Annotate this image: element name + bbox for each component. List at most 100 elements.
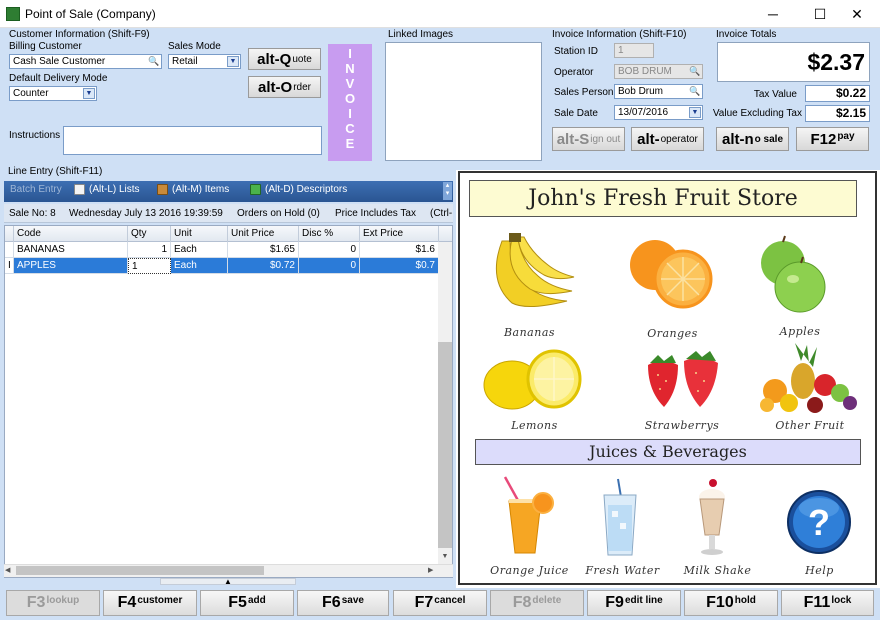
cell-qty[interactable]: 1 xyxy=(128,242,171,258)
splitter-handle[interactable]: ▲ xyxy=(160,578,296,586)
oranges-tile[interactable] xyxy=(625,233,720,318)
quote-button[interactable]: alt-Q uote xyxy=(248,48,321,70)
lemons-label: Lemons xyxy=(511,419,558,432)
quote-button-label: uote xyxy=(292,53,312,65)
cell-disc[interactable]: 0 xyxy=(299,258,360,274)
no-sale-label: o sale xyxy=(754,133,784,145)
column-header-unit[interactable]: Unit xyxy=(171,226,228,242)
lemons-tile[interactable] xyxy=(482,343,587,415)
table-row-selected[interactable]: I APPLES 1 Each $0.72 0 $0.7 xyxy=(5,258,439,274)
instructions-label: Instructions xyxy=(9,130,61,141)
column-header-unit-price[interactable]: Unit Price xyxy=(228,226,299,242)
close-button[interactable]: ✕ xyxy=(834,0,880,28)
descriptors-label: (Alt-D) Descriptors xyxy=(265,184,348,195)
fkey-label: cancel xyxy=(434,595,466,606)
fkey-key: F5 xyxy=(228,594,247,611)
milk-shake-tile[interactable] xyxy=(695,475,730,557)
help-tile[interactable]: ? xyxy=(785,488,853,556)
station-id-label: Station ID xyxy=(554,46,598,57)
chevron-down-icon[interactable]: ▼ xyxy=(227,56,239,67)
bananas-tile[interactable] xyxy=(482,231,577,321)
operator-label: Operator xyxy=(554,67,594,78)
search-icon: 🔍 xyxy=(689,66,701,76)
cell-qty-editing[interactable]: 1 xyxy=(128,258,171,274)
lists-button[interactable]: (Alt-L) Lists xyxy=(74,184,140,195)
column-header-ext-price[interactable]: Ext Price xyxy=(360,226,439,242)
order-button[interactable]: alt-O rder xyxy=(248,76,321,98)
fresh-water-tile[interactable] xyxy=(600,475,640,557)
column-header-qty[interactable]: Qty xyxy=(128,226,171,242)
horizontal-scroll-thumb[interactable] xyxy=(16,566,264,575)
cell-unit-price[interactable]: $0.72 xyxy=(228,258,299,274)
operator-field: BOB DRUM 🔍 xyxy=(614,64,703,79)
milk-shake-icon xyxy=(699,479,725,555)
sales-mode-select[interactable]: Retail ▼ xyxy=(168,54,241,69)
fkey-key: F4 xyxy=(117,594,137,611)
window-title: Point of Sale (Company) xyxy=(25,7,156,21)
cell-disc[interactable]: 0 xyxy=(299,242,360,258)
fkey-label: add xyxy=(247,595,266,606)
f6-save-button[interactable]: F6 save xyxy=(297,590,389,616)
cell-code[interactable]: BANANAS xyxy=(14,242,128,258)
f7-cancel-button[interactable]: F7 cancel xyxy=(393,590,487,616)
billing-customer-field[interactable]: Cash Sale Customer 🔍 xyxy=(9,54,162,69)
fkey-label: hold xyxy=(734,595,756,606)
row-header-corner xyxy=(5,226,14,242)
strawberrys-tile[interactable] xyxy=(640,351,725,411)
sale-datetime: Wednesday July 13 2016 19:39:59 xyxy=(69,208,223,219)
list-icon xyxy=(74,184,85,195)
f5-add-button[interactable]: F5 add xyxy=(200,590,294,616)
column-header-code[interactable]: Code xyxy=(14,226,128,242)
cell-unit[interactable]: Each xyxy=(171,242,228,258)
sale-date-field[interactable]: 13/07/2016 ▼ xyxy=(614,105,703,120)
scroll-right-arrow-icon[interactable]: ▶ xyxy=(428,565,438,576)
operator-button[interactable]: alt-operator xyxy=(631,127,704,151)
table-row[interactable]: BANANAS 1 Each $1.65 0 $1.6 xyxy=(5,242,439,258)
sales-person-field[interactable]: Bob Drum 🔍 xyxy=(614,84,703,99)
scroll-down-arrow-icon[interactable]: ▼ xyxy=(438,550,452,563)
instructions-input[interactable] xyxy=(63,126,322,155)
store-title: John's Fresh Fruit Store xyxy=(469,180,857,217)
delivery-mode-select[interactable]: Counter ▼ xyxy=(9,86,97,101)
linked-images-label: Linked Images xyxy=(388,29,454,40)
chevron-down-icon[interactable]: ▼ xyxy=(689,107,701,118)
pay-button[interactable]: F12 pay xyxy=(796,127,869,151)
operator-button-key: alt- xyxy=(637,130,660,148)
invoice-button[interactable]: I N V O I C E xyxy=(328,44,372,161)
fkey-label: lock xyxy=(831,595,852,606)
cell-code[interactable]: APPLES xyxy=(14,258,128,274)
column-header-disc[interactable]: Disc % xyxy=(299,226,360,242)
f9-edit-line-button[interactable]: F9 edit line xyxy=(587,590,681,616)
items-button[interactable]: (Alt-M) Items xyxy=(157,184,229,195)
sale-date-value: 13/07/2016 xyxy=(618,107,669,118)
toolbar-overflow-icon[interactable]: ▴ ▾ xyxy=(443,182,452,200)
cell-unit-price[interactable]: $1.65 xyxy=(228,242,299,258)
minimize-button[interactable]: ─ xyxy=(750,0,796,28)
fkey-key: F3 xyxy=(26,594,46,611)
line-entry-toolbar: Batch Entry (Alt-L) Lists (Alt-M) Items … xyxy=(4,181,453,202)
cell-unit[interactable]: Each xyxy=(171,258,228,274)
f10-hold-button[interactable]: F10 hold xyxy=(684,590,778,616)
juices-beverages-title: Juices & Beverages xyxy=(475,439,861,465)
no-sale-button[interactable]: alt-n o sale xyxy=(716,127,789,151)
search-icon[interactable]: 🔍 xyxy=(689,86,701,97)
f4-customer-button[interactable]: F4 customer xyxy=(103,590,197,616)
fkey-key: F6 xyxy=(322,594,341,611)
help-icon: ? xyxy=(787,490,851,554)
search-icon[interactable]: 🔍 xyxy=(148,56,160,67)
other-fruit-tile[interactable] xyxy=(755,341,865,416)
descriptors-button[interactable]: (Alt-D) Descriptors xyxy=(250,184,347,195)
orange-juice-icon xyxy=(503,476,554,554)
line-entry-grid[interactable]: Code Qty Unit Unit Price Disc % Ext Pric… xyxy=(4,225,453,578)
sales-mode-value: Retail xyxy=(172,56,198,67)
scroll-left-arrow-icon[interactable]: ◀ xyxy=(5,565,15,576)
invoice-letter: I xyxy=(348,106,352,121)
function-key-bar: F3 lookup F4 customer F5 add F6 save F7 cance… xyxy=(0,588,880,620)
chevron-down-icon[interactable]: ▼ xyxy=(83,88,95,99)
orange-juice-tile[interactable] xyxy=(495,473,555,557)
milk-shake-label: Milk Shake xyxy=(683,564,752,577)
vertical-scroll-thumb[interactable] xyxy=(438,342,452,548)
f11-lock-button[interactable]: F11 lock xyxy=(781,590,874,616)
orders-on-hold: Orders on Hold (0) xyxy=(237,208,320,219)
apples-tile[interactable] xyxy=(755,235,835,317)
